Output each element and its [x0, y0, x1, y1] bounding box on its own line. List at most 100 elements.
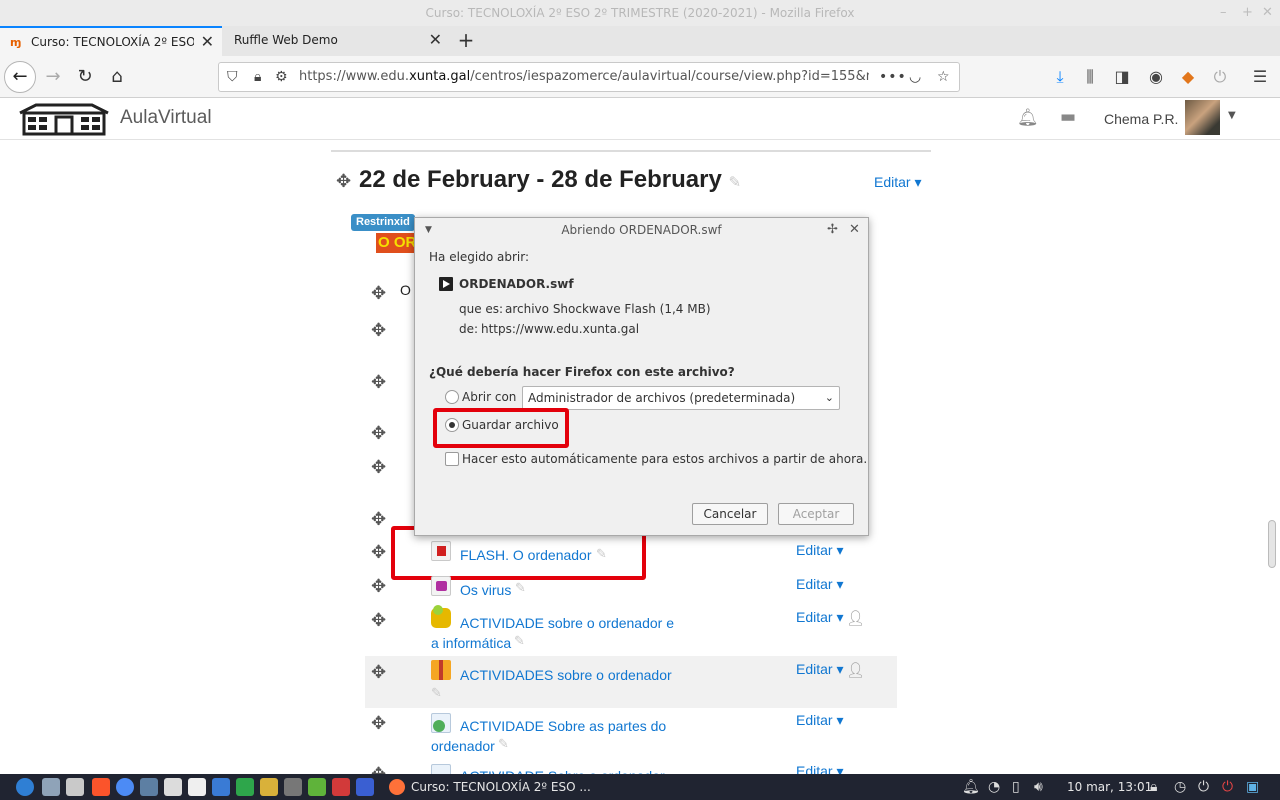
back-button[interactable]: ←	[4, 61, 36, 93]
section-edit-menu[interactable]: Editar ▾	[874, 174, 922, 191]
move-icon[interactable]: ✥	[371, 662, 386, 683]
account-icon[interactable]: ◉	[1144, 56, 1168, 98]
dialog-title-bar[interactable]: Abriendo ORDENADOR.swf	[415, 218, 868, 242]
activity-parts-link[interactable]: ACTIVIDADE Sobre as partes do	[460, 716, 666, 736]
activity-edit-menu[interactable]: Editar ▾	[796, 576, 844, 593]
tab-course[interactable]: ɱ Curso: TECNOLOXÍA 2º ESO 2 ✕	[0, 26, 222, 56]
lock-screen-icon[interactable]: 🔒︎	[1150, 774, 1157, 800]
dialog-close-icon[interactable]: ✕	[849, 218, 860, 242]
shield-icon[interactable]: ⛉	[227, 63, 238, 91]
notifications-tray-icon[interactable]: 🔔︎	[962, 774, 980, 800]
tab-ruffle[interactable]: Ruffle Web Demo ✕	[222, 26, 450, 56]
text-editor-icon[interactable]	[188, 778, 206, 796]
library-icon[interactable]: ⫼	[1078, 56, 1102, 98]
move-icon[interactable]: ✥	[371, 542, 386, 563]
messages-icon[interactable]: ▬	[1060, 107, 1076, 127]
metamask-icon[interactable]: ◆	[1176, 56, 1200, 98]
forward-button[interactable]: →	[38, 56, 68, 98]
close-window-icon[interactable]: ✕	[1262, 0, 1273, 26]
move-icon[interactable]: ✥	[371, 457, 386, 478]
reload-button[interactable]: ↻	[70, 56, 100, 98]
cancel-button[interactable]: Cancelar	[692, 503, 768, 525]
move-section-icon[interactable]: ✥	[336, 171, 351, 192]
notifications-icon[interactable]: 🔔︎	[1017, 108, 1039, 128]
activity-info-link-line2[interactable]: a informática	[431, 633, 511, 653]
activity-package-link[interactable]: ACTIVIDADES sobre o ordenador	[460, 665, 672, 685]
open-with-radio[interactable]	[445, 390, 459, 404]
activity-virus-link[interactable]: Os virus	[460, 580, 511, 600]
download-icon[interactable]: ⤓	[1048, 56, 1072, 98]
permissions-icon[interactable]: ⚙	[275, 63, 288, 91]
calculator-icon[interactable]	[164, 778, 182, 796]
activity-edit-menu[interactable]: Editar ▾	[796, 661, 844, 678]
lock-icon[interactable]: 🔒︎	[254, 63, 261, 91]
auto-action-label[interactable]: Hacer esto automáticamente para estos ar…	[462, 452, 867, 466]
start-menu-icon[interactable]	[16, 778, 34, 796]
edit-title-pencil-icon[interactable]: ✎	[728, 174, 741, 191]
close-tab-icon[interactable]: ✕	[201, 27, 214, 57]
activity-edit-menu[interactable]: Editar ▾	[796, 542, 844, 559]
bookmark-star-icon[interactable]: ☆	[937, 63, 950, 91]
move-icon[interactable]: ✥	[371, 713, 386, 734]
system-monitor-icon[interactable]: ▣	[1246, 774, 1259, 800]
edit-pencil-icon[interactable]: ✎	[514, 634, 525, 649]
app-icon[interactable]	[356, 778, 374, 796]
user-name[interactable]: Chema P.R.	[1104, 98, 1178, 140]
move-icon[interactable]: ✥	[371, 509, 386, 530]
avatar[interactable]	[1185, 100, 1220, 135]
shutdown-icon[interactable]: ⏻	[1222, 774, 1233, 800]
move-icon[interactable]: ✥	[371, 320, 386, 341]
open-with-select[interactable]: Administrador de archivos (predeterminad…	[522, 386, 840, 410]
dialog-menu-chevron-down-icon[interactable]: ▼	[425, 218, 432, 242]
page-scrollbar[interactable]	[1268, 520, 1276, 568]
gimp-icon[interactable]	[260, 778, 278, 796]
app-icon[interactable]	[308, 778, 326, 796]
new-tab-button[interactable]: +	[453, 26, 479, 56]
battery-icon[interactable]: ▯	[1012, 774, 1020, 800]
calc-icon[interactable]	[236, 778, 254, 796]
menu-icon[interactable]: ☰	[1248, 56, 1272, 98]
edit-pencil-icon[interactable]: ✎	[431, 686, 442, 701]
move-icon[interactable]: ✥	[371, 372, 386, 393]
activity-info-link[interactable]: ACTIVIDADE sobre o ordenador e	[460, 613, 674, 633]
edit-pencil-icon[interactable]: ✎	[515, 581, 526, 596]
auto-action-checkbox[interactable]	[445, 452, 459, 466]
wifi-icon[interactable]: ◔	[988, 774, 1000, 800]
group-mode-icon[interactable]: 👤︎	[846, 609, 865, 627]
power-icon[interactable]: ⏻	[1198, 774, 1209, 800]
move-icon[interactable]: ✥	[371, 576, 386, 597]
folder-icon[interactable]	[66, 778, 84, 796]
site-name[interactable]: AulaVirtual	[120, 98, 212, 138]
close-tab-icon[interactable]: ✕	[429, 25, 442, 55]
power-extension-icon[interactable]: ⏻	[1208, 56, 1232, 98]
file-manager-icon[interactable]	[42, 778, 60, 796]
minimize-icon[interactable]: –	[1220, 0, 1227, 26]
app-icon[interactable]	[140, 778, 158, 796]
volume-icon[interactable]: 🔊︎	[1034, 774, 1043, 800]
move-icon[interactable]: ✥	[371, 423, 386, 444]
edit-pencil-icon[interactable]: ✎	[498, 737, 509, 752]
page-actions-icon[interactable]: •••	[879, 63, 907, 91]
aulavirtual-logo-icon[interactable]	[18, 101, 110, 137]
url-text[interactable]: https://www.edu.xunta.gal/centros/iespaz…	[299, 63, 869, 91]
app-icon[interactable]	[284, 778, 302, 796]
home-button[interactable]: ⌂	[102, 56, 132, 98]
move-icon[interactable]: ✥	[371, 283, 386, 304]
taskbar-firefox-task[interactable]: Curso: TECNOLOXÍA 2º ESO ...	[385, 774, 591, 800]
timer-icon[interactable]: ◷	[1174, 774, 1186, 800]
clock[interactable]: 10 mar, 13:01	[1067, 774, 1152, 800]
activity-edit-menu[interactable]: Editar ▾	[796, 609, 844, 626]
maximize-icon[interactable]: +	[1242, 0, 1253, 26]
activity-parts-link-line2[interactable]: ordenador	[431, 736, 495, 756]
accept-button[interactable]: Aceptar	[778, 503, 854, 525]
move-icon[interactable]: ✥	[371, 610, 386, 631]
brave-icon[interactable]	[92, 778, 110, 796]
user-menu-chevron-down-icon[interactable]: ▼	[1228, 110, 1236, 121]
activity-edit-menu[interactable]: Editar ▾	[796, 712, 844, 729]
dialog-pin-icon[interactable]: ✢	[827, 218, 838, 242]
writer-icon[interactable]	[212, 778, 230, 796]
chromium-icon[interactable]	[116, 778, 134, 796]
open-with-label[interactable]: Abrir con	[462, 390, 516, 404]
group-mode-icon[interactable]: 👤︎	[846, 661, 865, 679]
pocket-icon[interactable]: ◡	[909, 63, 921, 91]
